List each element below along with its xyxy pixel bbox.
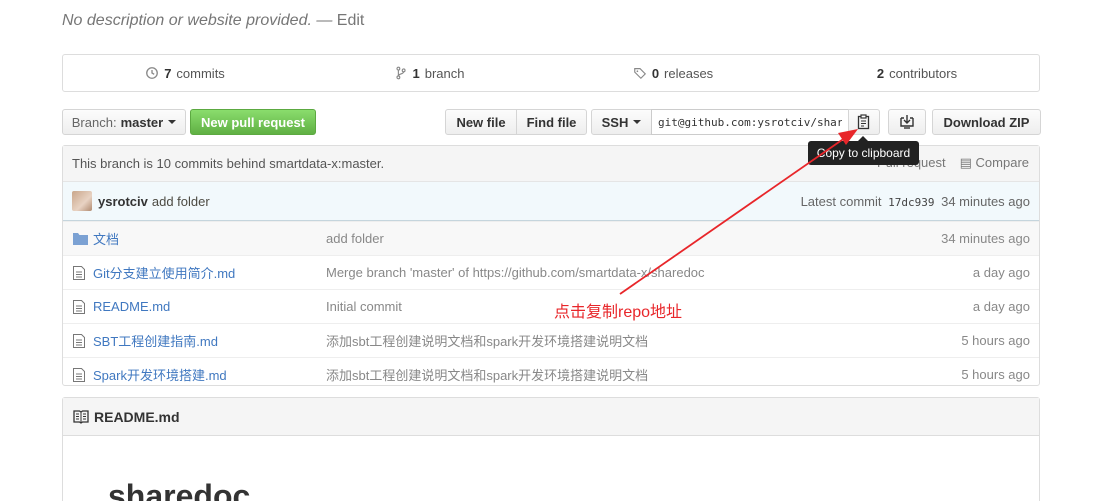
download-zip-button[interactable]: Download ZIP — [932, 109, 1041, 135]
clone-url-input[interactable] — [651, 109, 849, 135]
find-file-button[interactable]: Find file — [516, 109, 587, 135]
latest-commit-bar: ysrotciv add folder Latest commit 17dc93… — [63, 182, 1039, 221]
file-commit-message[interactable]: add folder — [326, 231, 384, 246]
chevron-down-icon — [633, 120, 642, 124]
commit-author[interactable]: ysrotciv — [98, 194, 148, 209]
edit-description-link[interactable]: Edit — [337, 12, 365, 29]
branch-icon — [395, 66, 406, 80]
branch-prefix: Branch: — [71, 114, 117, 130]
file-text-icon — [73, 367, 89, 382]
branch-status-text: This branch is 10 commits behind smartda… — [72, 156, 385, 171]
branch-selector[interactable]: Branch: master — [62, 109, 186, 135]
file-name-link[interactable]: Git分支建立使用简介.md — [93, 263, 326, 282]
readme-header: README.md — [63, 398, 1039, 436]
contributors-label: contributors — [889, 65, 958, 81]
file-age: a day ago — [972, 299, 1030, 314]
desktop-download-icon — [900, 115, 914, 129]
file-commit-message[interactable]: Initial commit — [326, 299, 402, 314]
repo-page: No description or website provided. — Ed… — [0, 0, 1114, 501]
avatar[interactable] — [72, 191, 92, 211]
commits-count: 7 — [164, 65, 172, 81]
branches-label: branch — [424, 65, 465, 81]
stat-branches[interactable]: 1 branch — [307, 55, 551, 91]
branches-count: 1 — [412, 65, 420, 81]
commits-label: commits — [176, 65, 225, 81]
stat-commits[interactable]: 7 commits — [63, 55, 307, 91]
new-file-button[interactable]: New file — [445, 109, 517, 135]
file-name-link[interactable]: Spark开发环境搭建.md — [93, 365, 326, 384]
protocol-label: SSH — [601, 114, 629, 130]
compare-label: Compare — [975, 155, 1029, 170]
stat-releases[interactable]: 0 releases — [551, 55, 795, 91]
file-table: This branch is 10 commits behind smartda… — [62, 145, 1040, 386]
file-age: 5 hours ago — [961, 333, 1030, 348]
copy-to-clipboard-button[interactable] — [848, 109, 880, 135]
file-age: a day ago — [972, 265, 1030, 280]
table-row: README.md Initial commit a day ago — [63, 289, 1039, 323]
table-row: Git分支建立使用简介.md Merge branch 'master' of … — [63, 255, 1039, 289]
readme-panel: README.md sharedoc — [62, 397, 1040, 501]
file-age: 5 hours ago — [961, 367, 1030, 382]
new-pull-request-button[interactable]: New pull request — [190, 109, 316, 135]
file-commit-message[interactable]: 添加sbt工程创建说明文档和spark开发环境搭建说明文档 — [326, 365, 648, 384]
history-icon — [146, 67, 159, 79]
open-in-desktop-button[interactable] — [888, 109, 926, 135]
table-row: 文档 add folder 34 minutes ago — [63, 221, 1039, 255]
file-name-link[interactable]: 文档 — [93, 229, 326, 248]
file-text-icon — [73, 299, 89, 314]
folder-icon — [73, 232, 89, 245]
book-icon — [73, 409, 89, 424]
chevron-down-icon — [168, 120, 177, 124]
commit-age: 34 minutes ago — [941, 193, 1030, 209]
file-age: 34 minutes ago — [941, 231, 1030, 246]
clipboard-icon — [857, 114, 870, 130]
latest-commit-label: Latest commit — [800, 193, 882, 209]
readme-title: sharedoc — [108, 478, 251, 501]
releases-count: 0 — [651, 65, 660, 81]
latest-commit-info: Latest commit 17dc939 34 minutes ago — [801, 194, 1030, 209]
table-row: Spark开发环境搭建.md 添加sbt工程创建说明文档和spark开发环境搭建… — [63, 357, 1039, 391]
repo-description: No description or website provided. — Ed… — [62, 12, 364, 30]
table-row: SBT工程创建指南.md 添加sbt工程创建说明文档和spark开发环境搭建说明… — [63, 323, 1039, 357]
description-separator: — — [311, 12, 337, 29]
description-text: No description or website provided. — [62, 12, 312, 29]
stat-contributors[interactable]: 2 contributors — [795, 55, 1039, 91]
contributors-count: 2 — [876, 65, 885, 81]
annotation-text: 点击复制repo地址 — [554, 304, 683, 321]
clone-protocol-selector[interactable]: SSH — [591, 109, 652, 135]
file-text-icon — [73, 265, 89, 280]
file-name-link[interactable]: SBT工程创建指南.md — [93, 331, 326, 350]
commit-message[interactable]: add folder — [152, 194, 210, 209]
tag-icon — [633, 68, 646, 80]
file-commit-message[interactable]: 添加sbt工程创建说明文档和spark开发环境搭建说明文档 — [326, 331, 648, 350]
copy-tooltip: Copy to clipboard — [808, 136, 919, 165]
file-name-link[interactable]: README.md — [93, 299, 326, 314]
branch-name: master — [120, 114, 164, 130]
file-text-icon — [73, 333, 89, 348]
commit-sha[interactable]: 17dc939 — [888, 196, 934, 209]
compare-link[interactable]: ▤ Compare — [960, 155, 1029, 171]
releases-label: releases — [664, 65, 714, 81]
file-commit-message[interactable]: Merge branch 'master' of https://github.… — [326, 265, 705, 280]
repo-stats-bar: 7 commits 1 branch 0 releases 2 contribu… — [62, 54, 1040, 92]
readme-filename[interactable]: README.md — [94, 409, 180, 425]
